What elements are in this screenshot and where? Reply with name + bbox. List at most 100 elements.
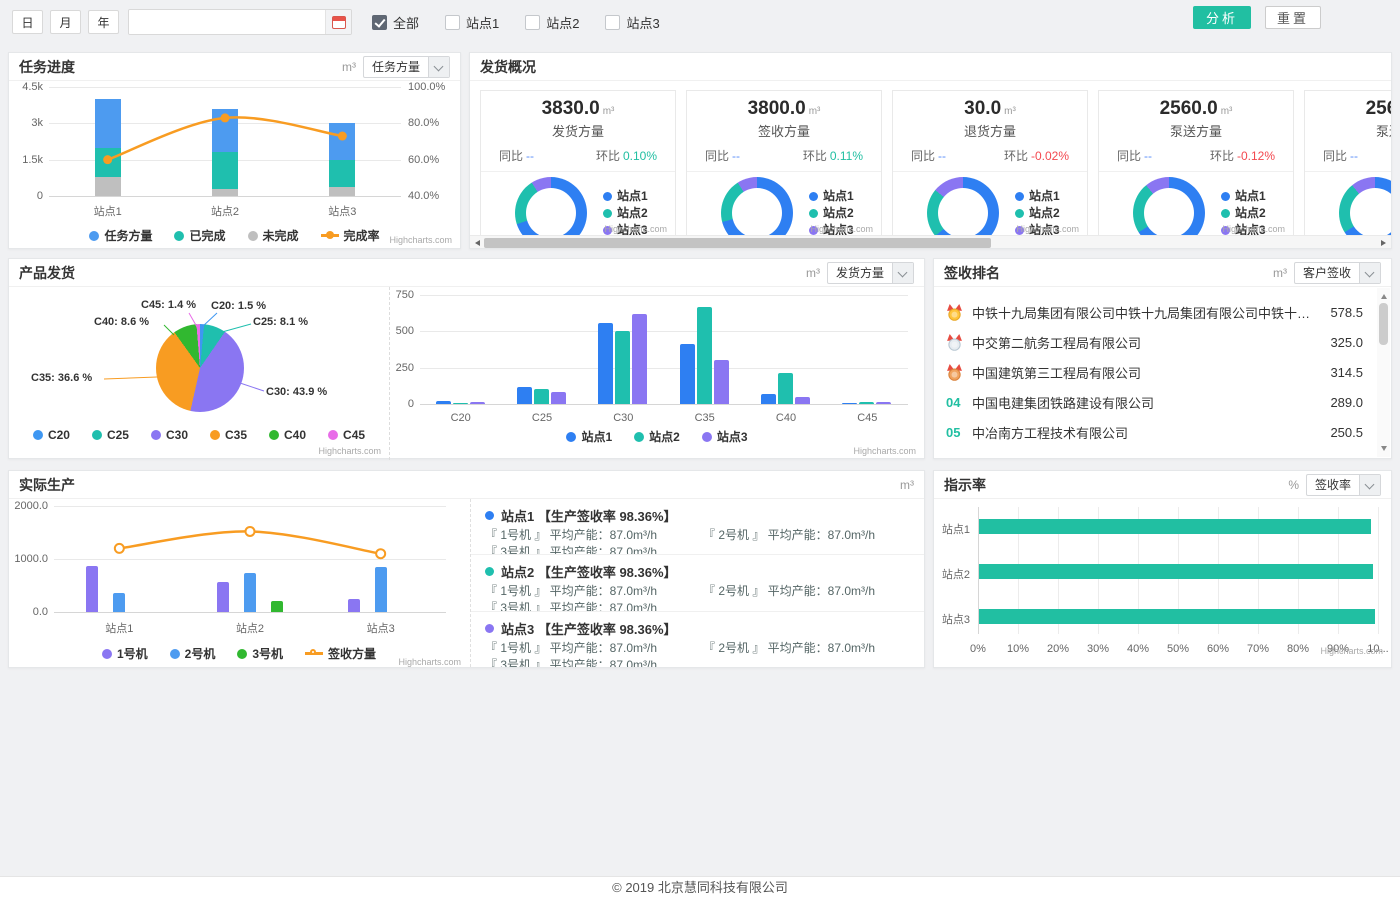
period-year-button[interactable]: 年 (88, 10, 119, 34)
checkbox-box[interactable] (605, 15, 620, 30)
highcharts-credit[interactable]: Highcharts.com (853, 446, 916, 456)
legend-item-站点2[interactable]: 站点2 (809, 205, 854, 222)
legend-item-C40[interactable]: C40 (269, 428, 306, 442)
bar-2号机-站点3[interactable] (375, 567, 387, 612)
ranking-metric-select[interactable]: 客户签收 (1294, 262, 1381, 284)
stack-segment-任务方量[interactable] (212, 109, 238, 153)
checkbox-站点1[interactable]: 站点1 (445, 13, 499, 32)
bar-1号机-站点3[interactable] (348, 599, 360, 612)
bar-站点3-C30[interactable] (632, 314, 647, 404)
ranking-row[interactable]: 中国建筑第三工程局有限公司314.5 (934, 357, 1377, 387)
bar-站点2-C45[interactable] (859, 402, 874, 404)
vertical-scrollbar[interactable] (1377, 288, 1390, 457)
stack-segment-未完成[interactable] (95, 177, 121, 196)
legend-item-C25[interactable]: C25 (92, 428, 129, 442)
legend-item-站点1[interactable]: 站点1 (1221, 188, 1266, 205)
legend-item-站点2[interactable]: 站点2 (1221, 205, 1266, 222)
legend-item-任务方量[interactable]: 任务方量 (89, 227, 152, 244)
calendar-button[interactable] (325, 10, 351, 34)
bar-1号机-站点2[interactable] (217, 582, 229, 612)
legend-item-站点2[interactable]: 站点2 (634, 428, 680, 445)
scroll-right-arrow-icon[interactable] (1377, 236, 1390, 249)
bar-站点2-C30[interactable] (615, 331, 630, 404)
legend-item-3号机[interactable]: 3号机 (237, 645, 283, 662)
scrollbar-thumb[interactable] (1379, 303, 1388, 345)
period-month-button[interactable]: 月 (50, 10, 81, 34)
station-donut-chart[interactable] (1133, 177, 1205, 238)
stack-segment-已完成[interactable] (212, 152, 238, 189)
stack-segment-已完成[interactable] (329, 160, 355, 187)
stack-segment-已完成[interactable] (95, 148, 121, 177)
legend-item-C35[interactable]: C35 (210, 428, 247, 442)
ranking-row[interactable]: 04中国电建集团铁路建设有限公司289.0 (934, 387, 1377, 417)
bar-1号机-站点1[interactable] (86, 566, 98, 612)
legend-item-未完成[interactable]: 未完成 (248, 227, 299, 244)
bar-站点1-C35[interactable] (680, 344, 695, 404)
checkbox-站点3[interactable]: 站点3 (605, 13, 659, 32)
legend-item-2号机[interactable]: 2号机 (170, 645, 216, 662)
hbar-站点2[interactable] (979, 564, 1373, 579)
legend-item-C20[interactable]: C20 (33, 428, 70, 442)
bar-站点3-C25[interactable] (551, 392, 566, 404)
bar-2号机-站点1[interactable] (113, 593, 125, 612)
stack-segment-任务方量[interactable] (95, 99, 121, 147)
legend-item-站点1[interactable]: 站点1 (1015, 188, 1060, 205)
highcharts-credit[interactable]: Highcharts.com (398, 657, 461, 667)
date-input[interactable] (129, 10, 325, 34)
legend-item-站点2[interactable]: 站点2 (603, 205, 648, 222)
bar-站点2-C35[interactable] (697, 307, 712, 404)
legend-item-完成率[interactable]: 完成率 (321, 227, 380, 244)
task-metric-select[interactable]: 任务方量 (363, 56, 450, 78)
bar-站点3-C40[interactable] (795, 397, 810, 404)
stack-segment-未完成[interactable] (212, 189, 238, 196)
legend-item-站点1[interactable]: 站点1 (809, 188, 854, 205)
stack-segment-未完成[interactable] (329, 187, 355, 196)
scroll-down-arrow-icon[interactable] (1377, 442, 1390, 455)
legend-item-C45[interactable]: C45 (328, 428, 365, 442)
bar-站点1-C45[interactable] (842, 403, 857, 404)
bar-2号机-站点2[interactable] (244, 573, 256, 612)
legend-item-签收方量[interactable]: 签收方量 (305, 645, 376, 662)
bar-站点3-C45[interactable] (876, 402, 891, 404)
highcharts-credit[interactable]: Highcharts.com (1016, 224, 1079, 234)
checkbox-站点2[interactable]: 站点2 (525, 13, 579, 32)
ranking-row[interactable]: 05中冶南方工程技术有限公司250.5 (934, 417, 1377, 447)
period-day-button[interactable]: 日 (12, 10, 43, 34)
hbar-站点1[interactable] (979, 519, 1371, 534)
highcharts-credit[interactable]: Highcharts.com (1222, 224, 1285, 234)
checkbox-box[interactable] (445, 15, 460, 30)
highcharts-credit[interactable]: Highcharts.com (389, 235, 452, 245)
scrollbar-thumb[interactable] (484, 238, 991, 248)
station-donut-chart[interactable] (721, 177, 793, 238)
highcharts-credit[interactable]: Highcharts.com (318, 446, 381, 456)
highcharts-credit[interactable]: Highcharts.com (810, 224, 873, 234)
product-metric-select[interactable]: 发货方量 (827, 262, 914, 284)
analyze-button[interactable]: 分析 (1193, 6, 1251, 29)
reset-button[interactable]: 重置 (1265, 6, 1321, 29)
bar-3号机-站点2[interactable] (271, 601, 283, 612)
rate-metric-select[interactable]: 签收率 (1306, 474, 1381, 496)
legend-item-1号机[interactable]: 1号机 (102, 645, 148, 662)
ranking-row[interactable]: 中交第二航务工程局有限公司325.0 (934, 327, 1377, 357)
bar-站点2-C20[interactable] (453, 403, 468, 404)
checkbox-全部[interactable]: 全部 (372, 13, 419, 32)
scroll-up-arrow-icon[interactable] (1377, 290, 1390, 303)
highcharts-credit[interactable]: Highcharts.com (604, 224, 667, 234)
station-donut-chart[interactable] (515, 177, 587, 238)
legend-item-站点1[interactable]: 站点1 (566, 428, 612, 445)
bar-站点1-C30[interactable] (598, 323, 613, 404)
legend-item-站点3[interactable]: 站点3 (702, 428, 748, 445)
product-pie[interactable] (156, 324, 244, 412)
checkbox-box[interactable] (525, 15, 540, 30)
bar-站点2-C25[interactable] (534, 389, 549, 404)
bar-站点1-C25[interactable] (517, 387, 532, 404)
bar-站点3-C20[interactable] (470, 402, 485, 404)
bar-站点1-C20[interactable] (436, 401, 451, 404)
station-donut-chart[interactable] (927, 177, 999, 238)
bar-站点2-C40[interactable] (778, 373, 793, 404)
hbar-站点3[interactable] (979, 609, 1375, 624)
horizontal-scrollbar[interactable] (470, 235, 1391, 248)
bar-站点1-C40[interactable] (761, 394, 776, 404)
checkbox-box[interactable] (372, 15, 387, 30)
bar-站点3-C35[interactable] (714, 360, 729, 404)
